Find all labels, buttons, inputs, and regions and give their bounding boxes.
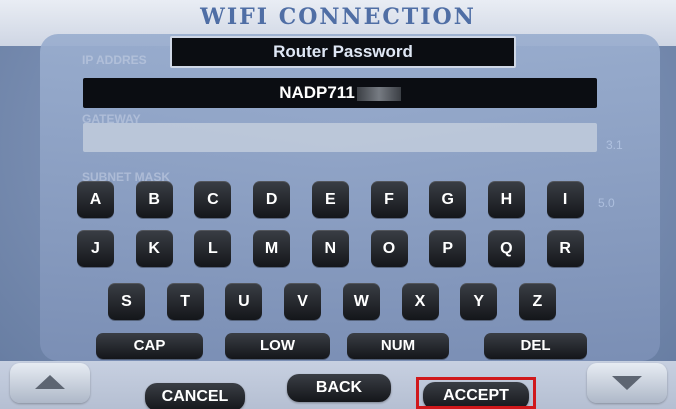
key-n[interactable]: N	[311, 230, 349, 267]
del-key[interactable]: DEL	[484, 333, 587, 359]
low-key[interactable]: LOW	[225, 333, 330, 359]
key-q[interactable]: Q	[487, 230, 525, 267]
cancel-button[interactable]: CANCEL	[145, 383, 245, 409]
password-text: NADP711	[279, 83, 355, 102]
key-r[interactable]: R	[546, 230, 584, 267]
router-password-title: Router Password	[170, 36, 516, 68]
key-u[interactable]: U	[225, 283, 263, 320]
key-m[interactable]: M	[253, 230, 291, 267]
num-key[interactable]: NUM	[347, 333, 449, 359]
key-f[interactable]: F	[370, 181, 408, 218]
key-c[interactable]: C	[194, 181, 232, 218]
key-x[interactable]: X	[401, 283, 439, 320]
accept-highlight-box	[416, 377, 536, 409]
key-i[interactable]: I	[546, 181, 584, 218]
triangle-down-icon	[612, 376, 642, 390]
key-w[interactable]: W	[342, 283, 380, 320]
key-g[interactable]: G	[429, 181, 467, 218]
key-v[interactable]: V	[284, 283, 322, 320]
key-y[interactable]: Y	[460, 283, 498, 320]
key-p[interactable]: P	[429, 230, 467, 267]
subnet-value: 5.0	[598, 196, 615, 210]
wifi-connection-screen: WIFI CONNECTION IP ADDRES GATEWAY 3.1 SU…	[0, 0, 676, 409]
triangle-up-icon	[35, 375, 65, 389]
key-j[interactable]: J	[77, 230, 114, 267]
key-l[interactable]: L	[194, 230, 232, 267]
key-o[interactable]: O	[370, 230, 408, 267]
key-b[interactable]: B	[135, 181, 173, 218]
key-e[interactable]: E	[311, 181, 349, 218]
key-k[interactable]: K	[135, 230, 173, 267]
ip-address-label: IP ADDRES	[82, 53, 147, 67]
key-t[interactable]: T	[166, 283, 204, 320]
key-d[interactable]: D	[253, 181, 291, 218]
cap-key[interactable]: CAP	[96, 333, 203, 359]
back-button[interactable]: BACK	[287, 374, 391, 402]
scroll-down-button[interactable]	[587, 363, 667, 403]
key-h[interactable]: H	[487, 181, 525, 218]
scroll-up-button[interactable]	[10, 363, 90, 403]
gateway-field	[83, 123, 597, 152]
key-s[interactable]: S	[108, 283, 145, 320]
gateway-value: 3.1	[606, 138, 623, 152]
key-z[interactable]: Z	[518, 283, 556, 320]
key-a[interactable]: A	[77, 181, 114, 218]
screen-title: WIFI CONNECTION	[200, 4, 476, 30]
password-mask	[356, 86, 401, 101]
password-input[interactable]: NADP711	[83, 78, 597, 108]
